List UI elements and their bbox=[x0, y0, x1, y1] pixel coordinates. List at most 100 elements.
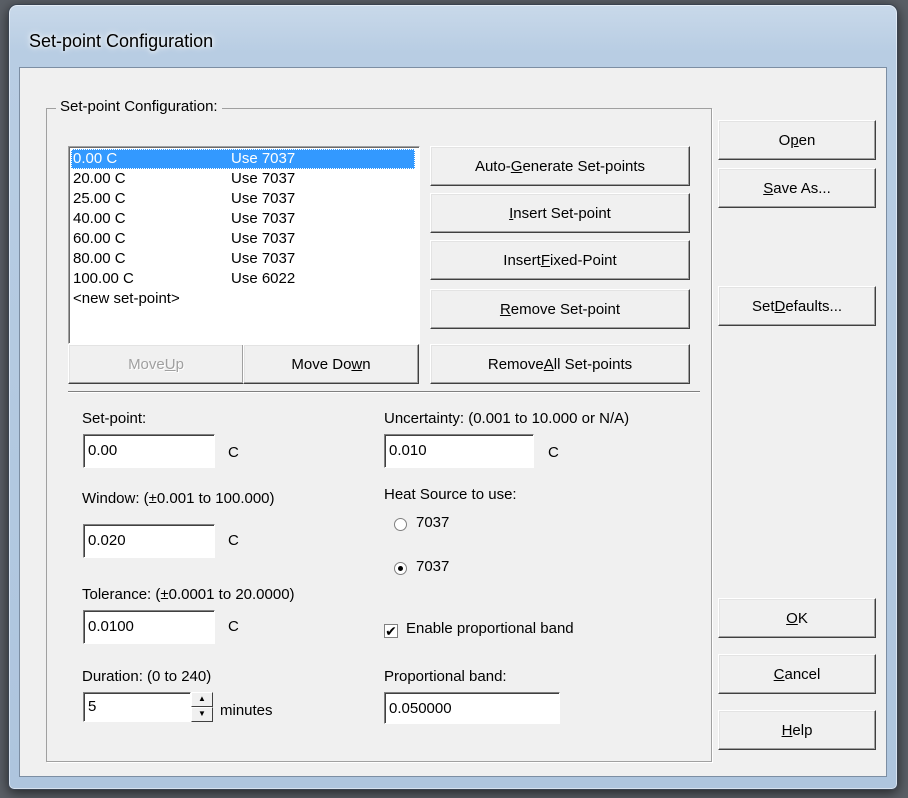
btn-accel: p bbox=[790, 131, 799, 149]
list-item[interactable]: 25.00 C Use 7037 bbox=[71, 189, 415, 209]
list-item[interactable]: 0.00 C Use 7037 bbox=[71, 149, 415, 169]
list-item-source: Use 7037 bbox=[231, 150, 296, 167]
prop-band-input[interactable]: 0.050000 bbox=[384, 692, 560, 724]
enable-prop-band-checkbox[interactable]: ✔ bbox=[384, 624, 398, 638]
list-item[interactable]: 20.00 C Use 7037 bbox=[71, 169, 415, 189]
list-item[interactable]: 80.00 C Use 7037 bbox=[71, 249, 415, 269]
list-item-source: Use 7037 bbox=[231, 210, 296, 227]
separator-line bbox=[68, 391, 700, 393]
duration-spinner[interactable]: ▲ ▼ bbox=[191, 692, 213, 722]
btn-accel: U bbox=[164, 355, 176, 373]
window-title: Set-point Configuration bbox=[29, 31, 214, 51]
btn-accel: R bbox=[499, 300, 511, 318]
btn-text: Remove bbox=[487, 355, 544, 373]
btn-text: Move Do bbox=[291, 355, 352, 373]
setpoint-unit: C bbox=[228, 444, 239, 461]
list-item-source: Use 7037 bbox=[231, 250, 296, 267]
heat-source-option-1: 7037 bbox=[416, 514, 450, 531]
duration-label: Duration: (0 to 240) bbox=[82, 668, 212, 685]
dialog-window: Set-point Configuration Set-point Config… bbox=[8, 4, 898, 790]
setpoint-label: Set-point: bbox=[82, 410, 147, 427]
move-up-button[interactable]: Move Up bbox=[68, 344, 244, 384]
btn-text: elp bbox=[792, 721, 813, 739]
setpoint-listbox[interactable]: 0.00 C Use 7037 20.00 C Use 7037 25.00 C… bbox=[68, 146, 420, 344]
heat-source-option-2: 7037 bbox=[416, 558, 450, 575]
list-item[interactable]: 40.00 C Use 7037 bbox=[71, 209, 415, 229]
btn-text: O bbox=[778, 131, 791, 149]
window-input[interactable]: 0.020 bbox=[83, 524, 215, 558]
ok-button[interactable]: OK bbox=[718, 598, 876, 638]
btn-accel: C bbox=[773, 665, 785, 683]
btn-accel: H bbox=[781, 721, 793, 739]
move-down-button[interactable]: Move Do w n bbox=[243, 344, 419, 384]
btn-text: Auto- bbox=[474, 157, 511, 175]
btn-text: ave As... bbox=[773, 179, 831, 197]
btn-text: p bbox=[175, 355, 184, 373]
btn-text: emove Set-point bbox=[510, 300, 621, 318]
btn-text: n bbox=[362, 355, 371, 373]
btn-accel: G bbox=[510, 157, 523, 175]
btn-text: ixed-Point bbox=[549, 251, 617, 269]
enable-prop-band-label[interactable]: Enable proportional band bbox=[406, 620, 574, 637]
insert-setpoint-button[interactable]: Insert Set-point bbox=[430, 193, 690, 233]
setpoint-input[interactable]: 0.00 bbox=[83, 434, 215, 468]
list-item-new-setpoint[interactable]: <new set-point> bbox=[71, 289, 415, 309]
heat-source-label: Heat Source to use: bbox=[384, 486, 517, 503]
btn-text: efaults... bbox=[785, 297, 843, 315]
auto-generate-button[interactable]: Auto- Generate Set-points bbox=[430, 146, 690, 186]
group-label: Set-point Configuration: bbox=[56, 98, 222, 115]
btn-accel: F bbox=[540, 251, 550, 269]
btn-accel: O bbox=[786, 609, 798, 627]
duration-input[interactable]: 5 bbox=[83, 692, 191, 722]
btn-text: ll Set-points bbox=[553, 355, 633, 373]
list-item-temp: 25.00 C bbox=[73, 190, 126, 207]
dialog-client-area: Set-point Configuration: 0.00 C Use 7037… bbox=[19, 67, 887, 777]
list-item-temp: 100.00 C bbox=[73, 270, 134, 287]
prop-band-label: Proportional band: bbox=[384, 668, 507, 685]
uncertainty-label: Uncertainty: (0.001 to 10.000 or N/A) bbox=[384, 410, 630, 427]
window-label: Window: (±0.001 to 100.000) bbox=[82, 490, 275, 507]
btn-text: nsert Set-point bbox=[513, 204, 611, 222]
btn-accel: A bbox=[543, 355, 554, 373]
list-item-source: Use 7037 bbox=[231, 190, 296, 207]
insert-fixed-point-button[interactable]: Insert Fixed-Point bbox=[430, 240, 690, 280]
btn-accel: S bbox=[763, 179, 774, 197]
open-button[interactable]: Op en bbox=[718, 120, 876, 160]
list-item-source: Use 7037 bbox=[231, 170, 296, 187]
btn-text: ancel bbox=[784, 665, 821, 683]
cancel-button[interactable]: Cancel bbox=[718, 654, 876, 694]
new-setpoint-label: <new set-point> bbox=[73, 290, 180, 307]
list-item[interactable]: 60.00 C Use 7037 bbox=[71, 229, 415, 249]
list-item[interactable]: 100.00 C Use 6022 bbox=[71, 269, 415, 289]
remove-setpoint-button[interactable]: Remove Set-point bbox=[430, 289, 690, 329]
spinner-down-icon[interactable]: ▼ bbox=[191, 707, 213, 722]
remove-all-setpoints-button[interactable]: Remove All Set-points bbox=[430, 344, 690, 384]
list-item-temp: 40.00 C bbox=[73, 210, 126, 227]
list-item-temp: 80.00 C bbox=[73, 250, 126, 267]
list-item-temp: 60.00 C bbox=[73, 230, 126, 247]
heat-source-radio-1[interactable] bbox=[394, 518, 407, 531]
save-as-button[interactable]: Save As... bbox=[718, 168, 876, 208]
btn-accel: D bbox=[774, 297, 786, 315]
btn-text: K bbox=[797, 609, 808, 627]
tolerance-label: Tolerance: (±0.0001 to 20.0000) bbox=[82, 586, 295, 603]
uncertainty-input[interactable]: 0.010 bbox=[384, 434, 534, 468]
btn-text: Move bbox=[128, 355, 165, 373]
list-item-source: Use 7037 bbox=[231, 230, 296, 247]
tolerance-unit: C bbox=[228, 618, 239, 635]
window-unit: C bbox=[228, 532, 239, 549]
list-item-source: Use 6022 bbox=[231, 270, 296, 287]
tolerance-input[interactable]: 0.0100 bbox=[83, 610, 215, 644]
list-item-temp: 20.00 C bbox=[73, 170, 126, 187]
btn-accel: w bbox=[351, 355, 363, 373]
help-button[interactable]: Help bbox=[718, 710, 876, 750]
btn-text: Set bbox=[751, 297, 775, 315]
btn-text: enerate Set-points bbox=[522, 157, 646, 175]
set-defaults-button[interactable]: Set Defaults... bbox=[718, 286, 876, 326]
duration-unit: minutes bbox=[220, 702, 273, 719]
btn-text: Insert bbox=[503, 251, 541, 269]
btn-text: en bbox=[798, 131, 816, 149]
spinner-up-icon[interactable]: ▲ bbox=[191, 692, 213, 707]
title-bar[interactable]: Set-point Configuration bbox=[9, 5, 897, 65]
heat-source-radio-2[interactable] bbox=[394, 562, 407, 575]
